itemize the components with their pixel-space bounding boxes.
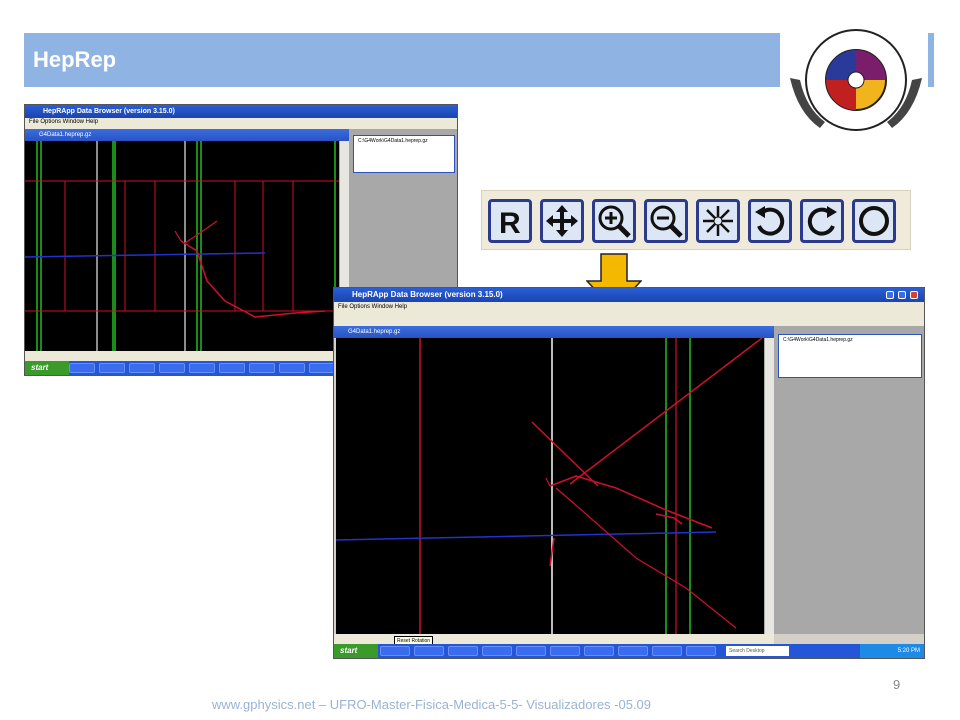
event-tree[interactable]: C:\G4Work\G4Data1.heprep.gz [778,334,922,378]
document-title: G4Data1.heprep.gz [25,129,372,141]
taskbar-item[interactable] [279,363,305,373]
reset-icon[interactable]: R [488,199,532,243]
taskbar-item[interactable] [414,646,444,656]
rotate-left-icon[interactable] [748,199,792,243]
start-button[interactable]: start [25,361,69,375]
heprapp-window-large: HepRApp Data Browser (version 3.15.0) Fi… [333,287,925,659]
svg-text:R: R [499,207,521,240]
taskbar-item[interactable] [69,363,95,373]
taskbar-item[interactable] [380,646,410,656]
status-row [25,351,339,361]
zoom-out-icon[interactable] [644,199,688,243]
rubber-zoom-icon[interactable] [696,199,740,243]
event-canvas[interactable] [25,141,339,351]
taskbar-item[interactable] [482,646,512,656]
start-button[interactable]: start [334,644,378,658]
taskbar-item[interactable] [652,646,682,656]
event-canvas[interactable] [336,338,764,634]
zoom-in-icon[interactable] [592,199,636,243]
maximize-button[interactable] [898,291,906,299]
window-title: HepRApp Data Browser (version 3.15.0) [25,105,457,118]
heprapp-toolbar: R [481,190,911,250]
taskbar-item[interactable] [159,363,185,373]
taskbar-item[interactable] [309,363,335,373]
slide-number: 9 [893,677,901,692]
window-title: HepRApp Data Browser (version 3.15.0) [334,288,924,302]
slide-footer: www.gphysics.net – UFRO-Master-Fisica-Me… [212,697,652,712]
document-title: G4Data1.heprep.gz [334,326,788,338]
close-button[interactable] [910,291,918,299]
slide-title: HepRep [33,47,117,72]
taskbar-item[interactable] [448,646,478,656]
taskbar-item[interactable] [550,646,580,656]
tree-item[interactable]: C:\G4Work\G4Data1.heprep.gz [783,337,853,343]
university-logo [780,18,928,146]
taskbar-item[interactable] [129,363,155,373]
taskbar-item[interactable] [99,363,125,373]
event-tree[interactable]: C:\G4Work\G4Data1.heprep.gz [353,135,455,173]
taskbar-item[interactable] [618,646,648,656]
minimize-button[interactable] [886,291,894,299]
menu-bar[interactable]: File Options Window Help [334,302,924,312]
taskbar-item[interactable] [219,363,245,373]
circle-icon[interactable] [852,199,896,243]
taskbar-item[interactable] [249,363,275,373]
rotate-right-icon[interactable] [800,199,844,243]
search-field[interactable]: Search Desktop [726,646,789,656]
tree-item[interactable]: C:\G4Work\G4Data1.heprep.gz [358,138,428,144]
taskbar: start Search Desktop 5:20 PM [334,644,924,658]
pan-icon[interactable] [540,199,584,243]
system-tray-clock: 5:20 PM [860,644,924,658]
taskbar-item[interactable] [516,646,546,656]
taskbar-item[interactable] [584,646,614,656]
taskbar-item[interactable] [686,646,716,656]
taskbar-item[interactable] [189,363,215,373]
menu-bar[interactable]: File Options Window Help [25,118,457,127]
tool-bar [334,312,924,327]
